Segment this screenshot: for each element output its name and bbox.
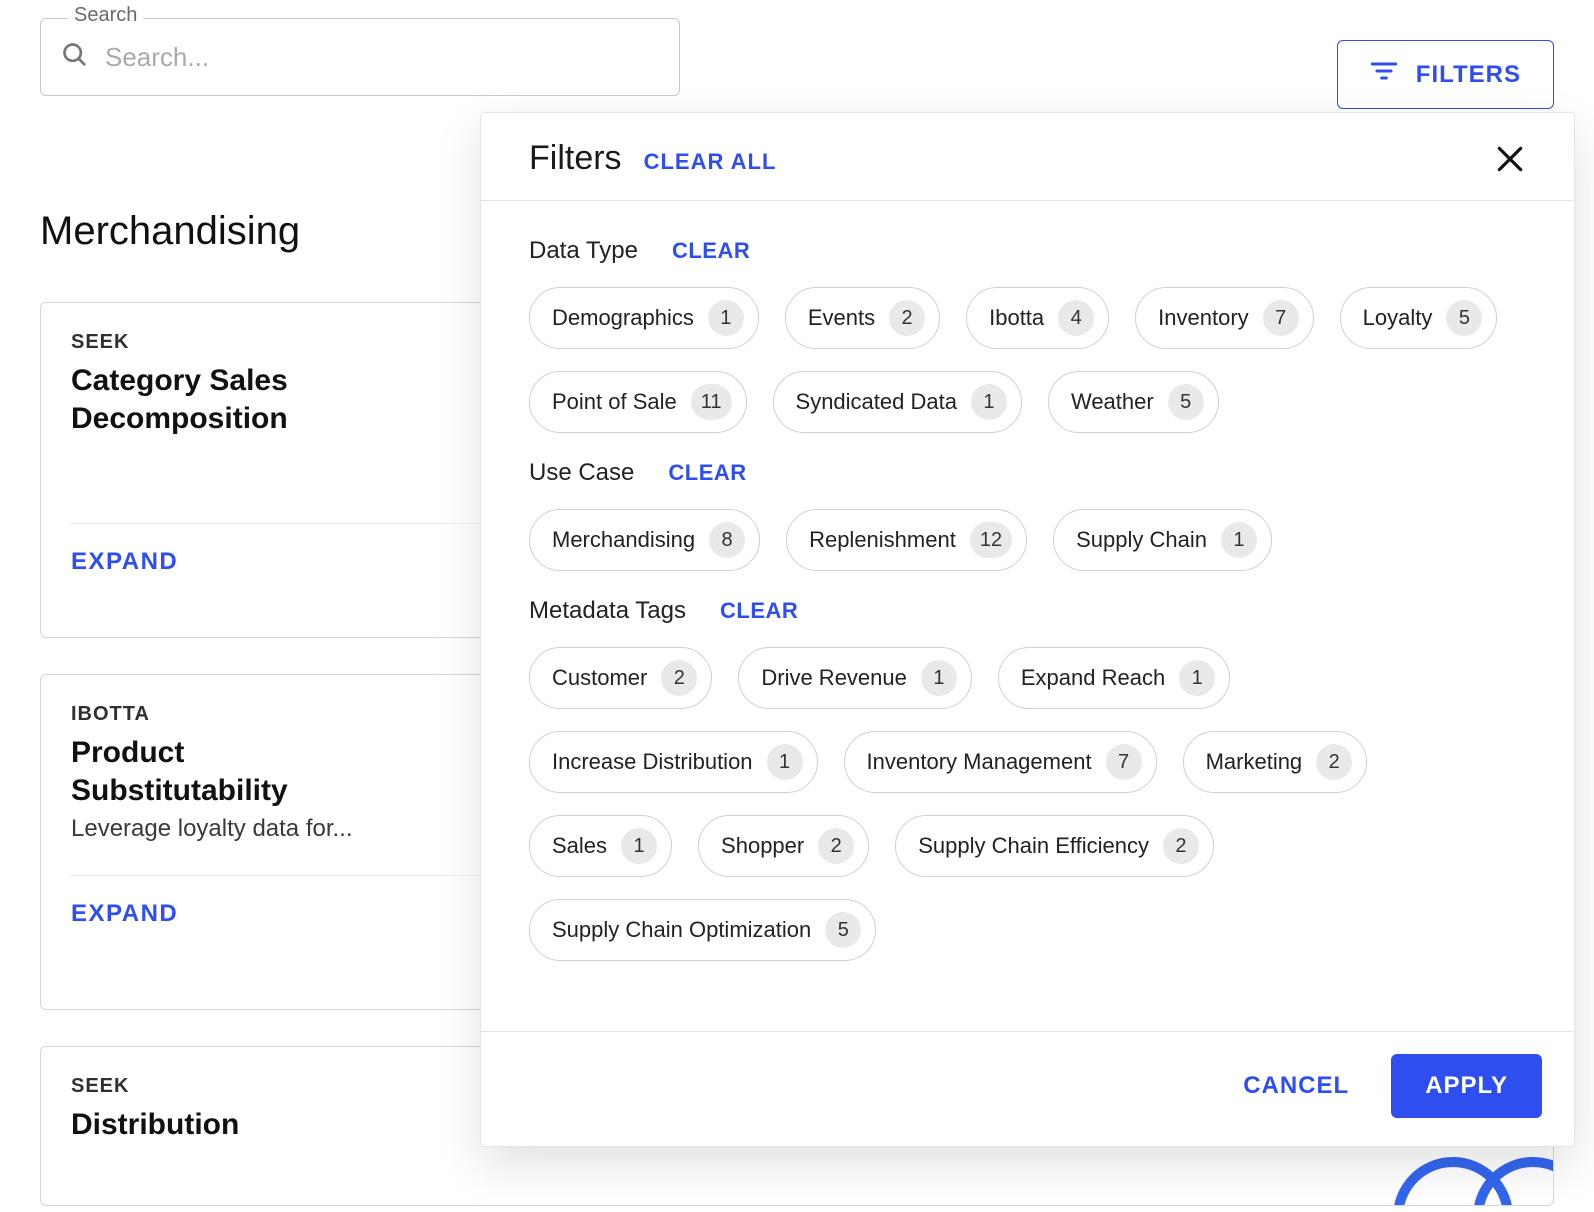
chip-count: 12 (970, 522, 1012, 558)
filter-chip[interactable]: Increase Distribution 1 (529, 731, 818, 793)
group-title: Data Type (529, 237, 638, 265)
cancel-button[interactable]: CANCEL (1219, 1056, 1373, 1116)
filter-chip[interactable]: Point of Sale 11 (529, 371, 747, 433)
filter-chip[interactable]: Expand Reach 1 (998, 647, 1230, 709)
chip-label: Weather (1071, 389, 1154, 415)
group-clear-button[interactable]: CLEAR (668, 460, 746, 486)
chip-count: 2 (1316, 744, 1352, 780)
search-icon (61, 41, 89, 74)
filters-button-label: FILTERS (1416, 61, 1521, 89)
filter-chip[interactable]: Ibotta 4 (966, 287, 1109, 349)
chip-label: Marketing (1206, 749, 1303, 775)
filter-group: Metadata Tags CLEAR Customer 2 Drive Revenue… (529, 597, 1526, 961)
chip-count: 1 (1179, 660, 1215, 696)
chip-label: Sales (552, 833, 607, 859)
chip-label: Shopper (721, 833, 804, 859)
chip-label: Ibotta (989, 305, 1044, 331)
search-input[interactable] (105, 42, 659, 73)
chip-count: 11 (691, 384, 732, 420)
filter-chip[interactable]: Syndicated Data 1 (773, 371, 1022, 433)
filter-chip[interactable]: Inventory 7 (1135, 287, 1314, 349)
filter-chip[interactable]: Drive Revenue 1 (738, 647, 972, 709)
chip-label: Supply Chain (1076, 527, 1207, 553)
filter-chip[interactable]: Loyalty 5 (1340, 287, 1498, 349)
group-title: Metadata Tags (529, 597, 686, 625)
chip-label: Supply Chain Optimization (552, 917, 811, 943)
filter-group: Data Type CLEAR Demographics 1 Events 2 Ibotta… (529, 237, 1526, 433)
filters-button[interactable]: FILTERS (1337, 40, 1554, 109)
chip-count: 2 (661, 660, 697, 696)
chip-label: Expand Reach (1021, 665, 1165, 691)
chip-count: 1 (708, 300, 744, 336)
chip-count: 1 (621, 828, 657, 864)
filter-group: Use Case CLEAR Merchandising 8 Replenishment… (529, 459, 1526, 571)
chip-label: Drive Revenue (761, 665, 907, 691)
filter-chip[interactable]: Customer 2 (529, 647, 712, 709)
card-title: Category Sales Decomposition (71, 362, 371, 437)
chip-count: 4 (1058, 300, 1094, 336)
card-title: Product Substitutability (71, 734, 371, 809)
chip-count: 7 (1263, 300, 1299, 336)
filter-chip[interactable]: Inventory Management 7 (844, 731, 1157, 793)
chip-label: Customer (552, 665, 647, 691)
chip-label: Supply Chain Efficiency (918, 833, 1149, 859)
chip-count: 2 (818, 828, 854, 864)
chip-label: Syndicated Data (796, 389, 957, 415)
expand-link[interactable]: EXPAND (71, 548, 178, 576)
search-wrapper: Search (40, 18, 680, 96)
filter-chip[interactable]: Supply Chain 1 (1053, 509, 1272, 571)
chip-label: Point of Sale (552, 389, 677, 415)
chip-count: 1 (767, 744, 803, 780)
panel-title: Filters (529, 139, 622, 178)
chip-label: Inventory Management (867, 749, 1092, 775)
filter-chip[interactable]: Supply Chain Optimization 5 (529, 899, 876, 961)
chip-label: Events (808, 305, 875, 331)
chip-label: Inventory (1158, 305, 1249, 331)
chip-count: 5 (825, 912, 861, 948)
chip-label: Increase Distribution (552, 749, 753, 775)
filter-chip[interactable]: Events 2 (785, 287, 940, 349)
group-clear-button[interactable]: CLEAR (720, 598, 798, 624)
chip-count: 1 (971, 384, 1007, 420)
clear-all-button[interactable]: CLEAR ALL (644, 149, 777, 175)
filter-chip[interactable]: Merchandising 8 (529, 509, 760, 571)
filter-chip[interactable]: Supply Chain Efficiency 2 (895, 815, 1214, 877)
filter-chip[interactable]: Demographics 1 (529, 287, 759, 349)
chip-count: 7 (1106, 744, 1142, 780)
chip-label: Merchandising (552, 527, 695, 553)
chip-count: 8 (709, 522, 745, 558)
search-field[interactable] (40, 18, 680, 96)
filter-chip[interactable]: Marketing 2 (1183, 731, 1368, 793)
search-label: Search (68, 4, 143, 27)
chip-count: 2 (1163, 828, 1199, 864)
apply-button[interactable]: APPLY (1391, 1054, 1542, 1118)
chip-label: Replenishment (809, 527, 956, 553)
chip-count: 2 (889, 300, 925, 336)
chip-label: Loyalty (1363, 305, 1433, 331)
chip-count: 1 (1221, 522, 1257, 558)
filter-chip[interactable]: Shopper 2 (698, 815, 869, 877)
chip-label: Demographics (552, 305, 694, 331)
filters-panel: Filters CLEAR ALL Data Type CLEAR Demograp… (480, 112, 1575, 1147)
expand-link[interactable]: EXPAND (71, 900, 178, 928)
close-icon[interactable] (1494, 143, 1526, 175)
chip-count: 5 (1168, 384, 1204, 420)
filter-icon (1370, 59, 1398, 90)
filter-chip[interactable]: Weather 5 (1048, 371, 1219, 433)
group-clear-button[interactable]: CLEAR (672, 238, 750, 264)
chip-count: 5 (1446, 300, 1482, 336)
chip-count: 1 (921, 660, 957, 696)
filter-chip[interactable]: Sales 1 (529, 815, 672, 877)
group-title: Use Case (529, 459, 634, 487)
filter-chip[interactable]: Replenishment 12 (786, 509, 1027, 571)
